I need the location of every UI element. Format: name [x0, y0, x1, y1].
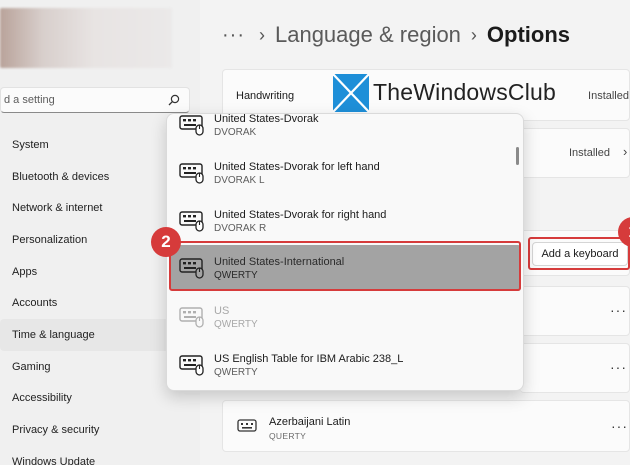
sidebar-item-privacy-security[interactable]: Privacy & security	[0, 414, 200, 446]
more-dots-icon[interactable]: ···	[610, 302, 627, 318]
search-input[interactable]	[1, 88, 161, 112]
watermark-text: TheWindowsClub	[373, 79, 557, 105]
dropdown-item-layout: DVORAK R	[214, 223, 267, 234]
dropdown-item-layout: DVORAK	[214, 127, 257, 138]
keyboard-icon	[237, 419, 257, 432]
chevron-right-icon: ›	[470, 24, 477, 45]
handwriting-label: Handwriting	[236, 90, 295, 102]
keyboard-icon	[179, 115, 204, 136]
dropdown-item-layout: QWERTY	[214, 367, 258, 378]
keyboard-row[interactable]: ···	[520, 343, 630, 393]
chevron-right-icon[interactable]: ›	[623, 144, 627, 159]
handwriting-status: Installed	[588, 90, 629, 102]
dropdown-item[interactable]: US English Table for IBM Arabic 238_L QW…	[167, 342, 523, 388]
dropdown-item-name: US English Table for IBM Arabic 238_L	[214, 353, 404, 365]
dropdown-item-name: United States-Dvorak	[214, 113, 319, 125]
dropdown-item-layout: DVORAK L	[214, 175, 265, 186]
more-dots-icon[interactable]: ···	[610, 359, 627, 375]
step-marker-2: 2	[151, 227, 181, 257]
highlight-box	[528, 237, 630, 270]
search-box[interactable]	[0, 87, 190, 113]
breadcrumb: ··· › Language & region › Options	[222, 18, 570, 52]
keyboard-layout: QUERTY	[269, 431, 307, 441]
dropdown-item-name: United States-Dvorak for right hand	[214, 209, 387, 221]
page-title: Options	[486, 22, 571, 47]
search-icon[interactable]	[167, 93, 181, 107]
breadcrumb-more-button[interactable]: ···	[222, 24, 245, 47]
avatar[interactable]	[0, 8, 172, 68]
keyboard-row[interactable]: ···	[520, 286, 630, 336]
highlight-box	[169, 241, 521, 291]
dropdown-item-disabled: US QWERTY	[167, 294, 523, 340]
installed-row[interactable]: Installed ›	[520, 128, 630, 178]
installed-status: Installed	[569, 147, 610, 159]
dropdown-scrollbar[interactable]	[516, 147, 519, 165]
dropdown-item-name: United States-Dvorak for left hand	[214, 161, 380, 173]
windows-logo-icon	[333, 74, 369, 112]
dropdown-item[interactable]: United States-Dvorak DVORAK	[167, 113, 523, 148]
dropdown-item-name: US	[214, 305, 230, 317]
sidebar-item-windows-update[interactable]: Windows Update	[0, 446, 200, 465]
keyboard-icon	[179, 307, 204, 328]
chevron-right-icon: ›	[258, 24, 265, 45]
breadcrumb-parent-link[interactable]: Language & region	[275, 22, 461, 48]
keyboard-row-azerbaijani[interactable]: Azerbaijani Latin QUERTY ···	[222, 400, 630, 452]
keyboard-name: Azerbaijani Latin	[269, 416, 351, 428]
keyboard-icon	[179, 211, 204, 232]
keyboard-icon	[179, 163, 204, 184]
dropdown-item[interactable]: United States-Dvorak for left hand DVORA…	[167, 150, 523, 196]
keyboard-icon	[179, 355, 204, 376]
dropdown-item[interactable]: United States-Dvorak for right hand DVOR…	[167, 198, 523, 244]
more-dots-icon[interactable]: ···	[611, 418, 628, 434]
sidebar-item-time-language[interactable]: Time & language	[0, 319, 190, 351]
dropdown-item-layout: QWERTY	[214, 319, 258, 330]
